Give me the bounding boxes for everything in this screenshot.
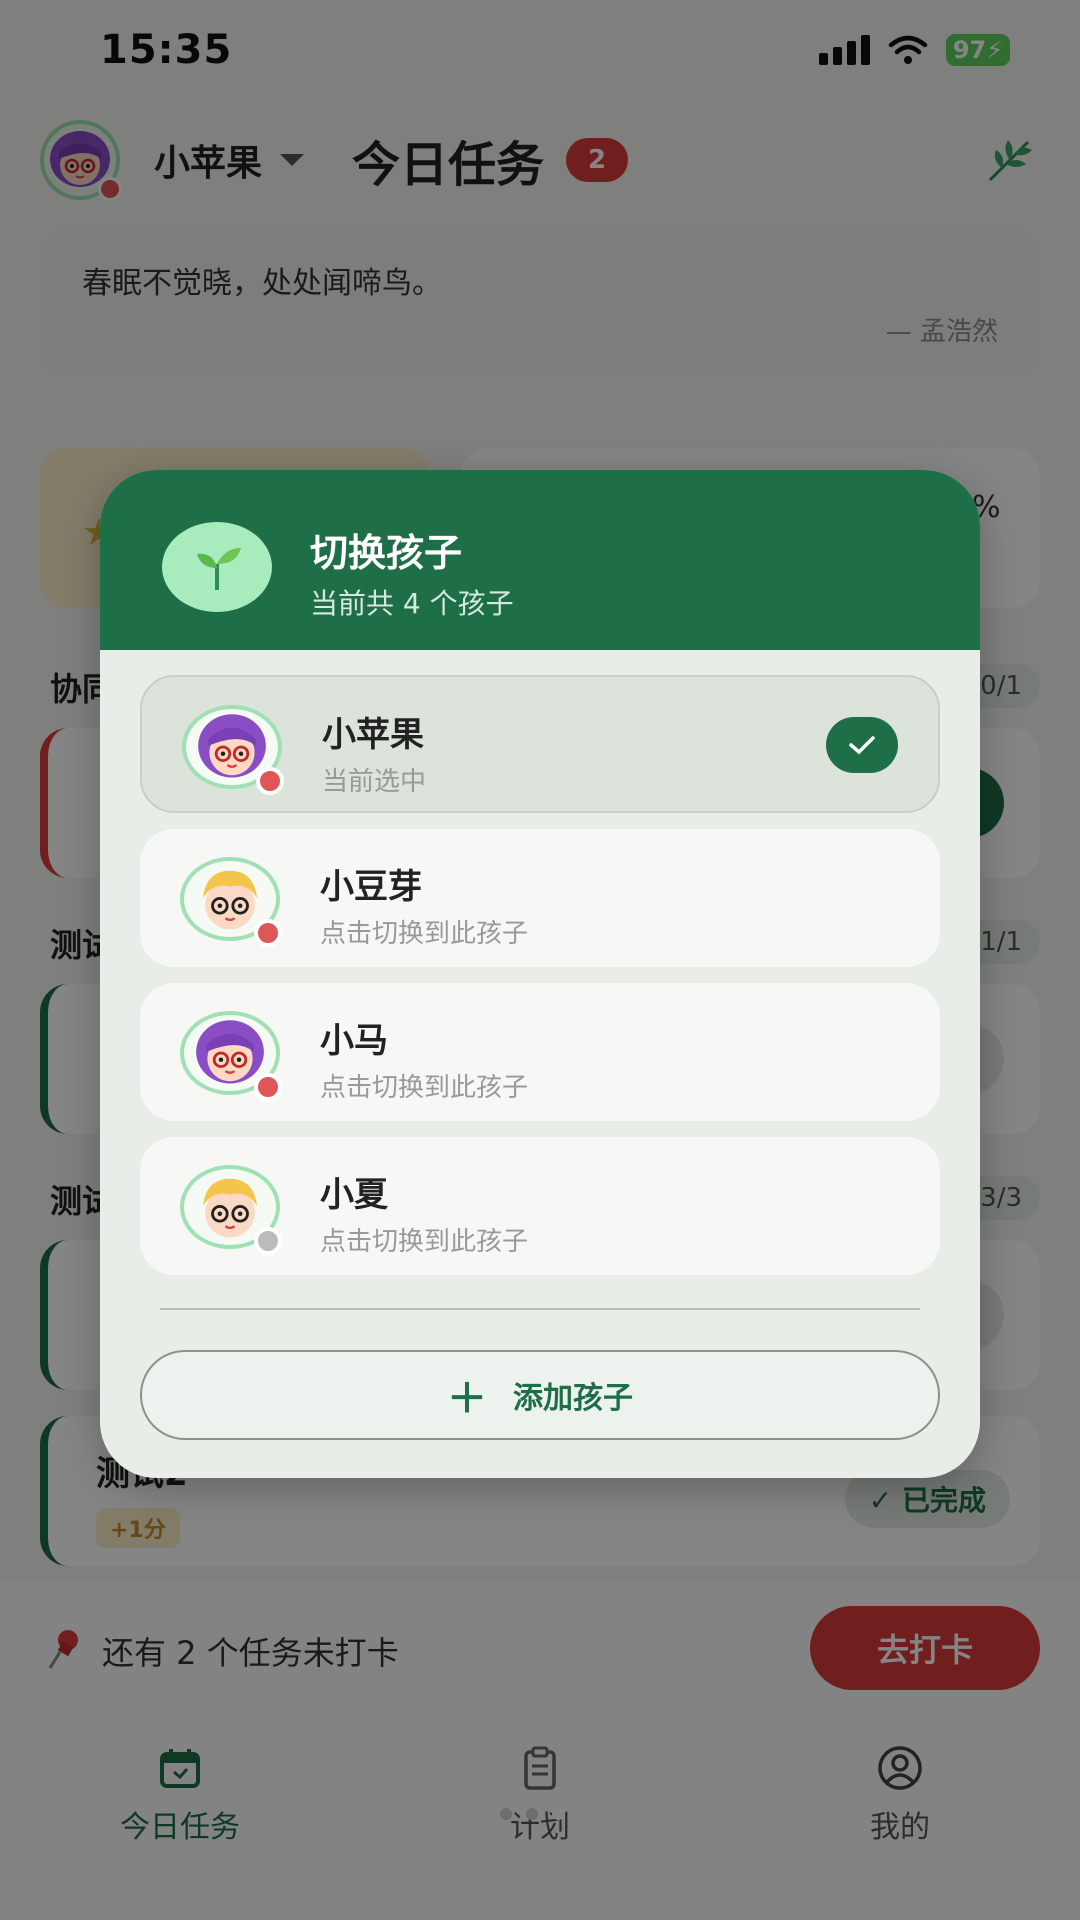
child-item[interactable]: 小苹果 当前选中: [140, 675, 940, 813]
child-name: 小苹果: [322, 715, 424, 755]
divider: [160, 1308, 920, 1310]
child-name: 小马: [320, 1021, 388, 1061]
status-dot: [256, 767, 284, 795]
add-child-button[interactable]: ＋ 添加孩子: [140, 1350, 940, 1440]
status-dot: [254, 1073, 282, 1101]
child-avatar: [180, 857, 282, 947]
plus-icon: ＋: [447, 1376, 487, 1422]
status-dot: [254, 1227, 282, 1255]
child-name: 小夏: [320, 1175, 388, 1215]
child-subtitle: 点击切换到此孩子: [320, 919, 529, 949]
child-item[interactable]: 小马 点击切换到此孩子: [140, 983, 940, 1121]
child-list: 小苹果 当前选中 小豆芽 点击切换到此孩子 小马 点击切换到此孩子 小夏 点击切…: [140, 675, 940, 1291]
child-avatar: [182, 705, 284, 795]
check-icon: [826, 717, 898, 773]
child-item[interactable]: 小夏 点击切换到此孩子: [140, 1137, 940, 1275]
child-subtitle: 点击切换到此孩子: [320, 1073, 529, 1103]
child-name: 小豆芽: [320, 867, 422, 907]
status-dot: [254, 919, 282, 947]
switch-child-dialog: 切换孩子 当前共 4 个孩子 小苹果 当前选中 小豆芽 点击切换到此孩子 小马 …: [100, 470, 980, 1478]
add-child-label: 添加孩子: [513, 1381, 633, 1416]
child-item[interactable]: 小豆芽 点击切换到此孩子: [140, 829, 940, 967]
dialog-title: 切换孩子: [310, 531, 463, 575]
child-subtitle: 当前选中: [322, 767, 427, 797]
dialog-subtitle: 当前共 4 个孩子: [310, 587, 514, 620]
sprout-icon: [162, 522, 272, 612]
child-subtitle: 点击切换到此孩子: [320, 1227, 529, 1257]
child-avatar: [180, 1011, 282, 1101]
child-avatar: [180, 1165, 282, 1255]
dialog-header: 切换孩子 当前共 4 个孩子: [100, 470, 980, 650]
